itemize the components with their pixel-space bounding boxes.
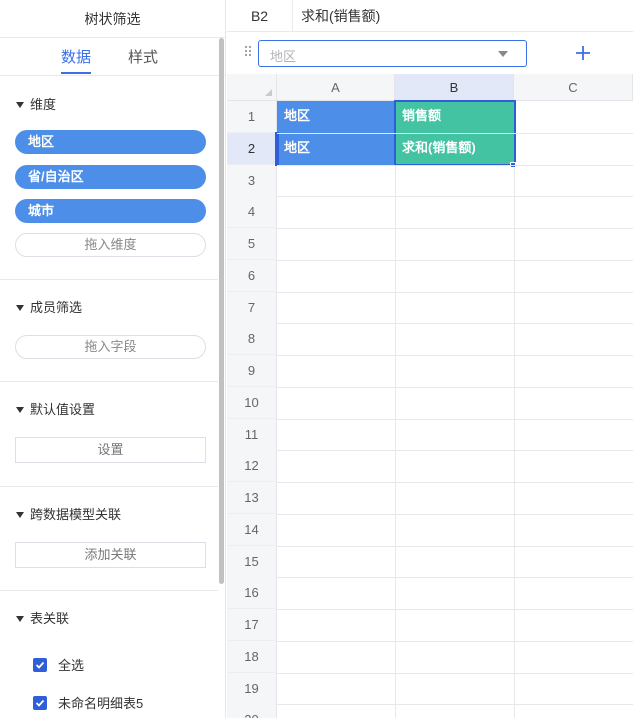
dimension-drop-zone[interactable]: 拖入维度 xyxy=(15,233,206,257)
panel-scrollbar[interactable] xyxy=(219,38,224,584)
default-value-header[interactable]: 默认值设置 xyxy=(16,399,95,418)
collapse-caret-icon xyxy=(16,304,24,311)
row-header-12[interactable]: 12 xyxy=(227,450,277,482)
row-gridline xyxy=(277,165,633,166)
panel-tabs: 数据 样式 xyxy=(0,38,225,76)
cell-a1[interactable]: 地区 xyxy=(277,101,395,133)
sheet-area: B2 求和(销售额) 地区 A B C 1 2 3 4 5 6 7 8 9 10 11 12 13 14 1… xyxy=(227,0,633,718)
default-value-title: 默认值设置 xyxy=(30,402,96,417)
row-gridline xyxy=(277,133,633,134)
member-filter-drop-zone[interactable]: 拖入字段 xyxy=(15,335,206,359)
row-gridline xyxy=(277,450,633,451)
chevron-down-icon xyxy=(498,51,508,57)
row-header-16[interactable]: 16 xyxy=(227,577,277,609)
dimension-title: 维度 xyxy=(30,97,57,112)
row-header-9[interactable]: 9 xyxy=(227,355,277,387)
dimension-header[interactable]: 维度 xyxy=(16,94,56,113)
table-link-header[interactable]: 表关联 xyxy=(16,608,69,627)
row-header-2[interactable]: 2 xyxy=(227,133,277,165)
row-gridline xyxy=(277,704,633,705)
collapse-caret-icon xyxy=(16,101,24,108)
table-link-section: 表关联 全选 未命名明细表5 xyxy=(0,591,218,718)
filter-select[interactable]: 地区 xyxy=(258,40,527,67)
dimension-field-region[interactable]: 地区 xyxy=(15,130,206,154)
dimension-field-province[interactable]: 省/自治区 xyxy=(15,165,206,189)
row-header-11[interactable]: 11 xyxy=(227,419,277,451)
row-header-5[interactable]: 5 xyxy=(227,228,277,260)
corner-triangle-icon xyxy=(265,89,272,96)
cell-reference[interactable]: B2 xyxy=(227,0,293,32)
row-gridline xyxy=(277,228,633,229)
row-gridline xyxy=(277,577,633,578)
row-header-10[interactable]: 10 xyxy=(227,387,277,419)
active-tab-indicator xyxy=(61,72,91,74)
table-name-label: 未命名明细表5 xyxy=(58,696,144,711)
column-header-a[interactable]: A xyxy=(277,74,395,101)
row-header-17[interactable]: 17 xyxy=(227,609,277,641)
row-gridline xyxy=(277,196,633,197)
row-header-19[interactable]: 19 xyxy=(227,673,277,705)
cell-a2[interactable]: 地区 xyxy=(277,133,395,165)
member-filter-title: 成员筛选 xyxy=(30,300,83,315)
formula-bar: B2 求和(销售额) xyxy=(227,0,633,32)
row-header-4[interactable]: 4 xyxy=(227,196,277,228)
cross-model-header[interactable]: 跨数据模型关联 xyxy=(16,504,121,523)
column-header-b[interactable]: B xyxy=(395,74,514,101)
table-link-title: 表关联 xyxy=(30,611,70,626)
collapse-caret-icon xyxy=(16,406,24,413)
collapse-caret-icon xyxy=(16,615,24,622)
row-header-8[interactable]: 8 xyxy=(227,323,277,355)
member-filter-section: 成员筛选 拖入字段 xyxy=(0,280,218,382)
row-gridline xyxy=(277,641,633,642)
row-gridline xyxy=(277,673,633,674)
left-panel: 树状筛选 数据 样式 维度 地区 省/自治区 城市 拖入维度 成员筛选 拖入字段… xyxy=(0,0,226,718)
checkbox-checked-icon[interactable] xyxy=(33,658,47,672)
formula-text[interactable]: 求和(销售额) xyxy=(301,0,380,32)
row-gridline xyxy=(277,609,633,610)
row-gridline xyxy=(277,355,633,356)
dimension-section: 维度 地区 省/自治区 城市 拖入维度 xyxy=(0,77,218,280)
row-header-7[interactable]: 7 xyxy=(227,292,277,324)
row-selection-marker xyxy=(275,132,279,166)
row-header-13[interactable]: 13 xyxy=(227,482,277,514)
row-header-18[interactable]: 18 xyxy=(227,641,277,673)
panel-title: 树状筛选 xyxy=(0,0,225,38)
spreadsheet-grid[interactable]: A B C 1234567891011121314151617181920 地区… xyxy=(227,74,633,718)
default-value-section: 默认值设置 设置 xyxy=(0,382,218,487)
dimension-field-city[interactable]: 城市 xyxy=(15,199,206,223)
filter-select-placeholder: 地区 xyxy=(270,49,297,64)
row-header-15[interactable]: 15 xyxy=(227,546,277,578)
cross-model-section: 跨数据模型关联 添加关联 xyxy=(0,487,218,591)
checkbox-checked-icon[interactable] xyxy=(33,696,47,710)
drag-handle-icon[interactable] xyxy=(244,45,252,60)
row-gridline xyxy=(277,292,633,293)
row-gridline xyxy=(277,514,633,515)
row-gridline xyxy=(277,260,633,261)
row-gridline xyxy=(277,482,633,483)
row-header-3[interactable]: 3 xyxy=(227,165,277,197)
tab-style[interactable]: 样式 xyxy=(128,46,158,67)
row-gridline xyxy=(277,387,633,388)
collapse-caret-icon xyxy=(16,511,24,518)
row-header-20[interactable]: 20 xyxy=(227,704,277,718)
add-association-button[interactable]: 添加关联 xyxy=(15,542,206,568)
row-header-1[interactable]: 1 xyxy=(227,101,277,133)
select-all-label: 全选 xyxy=(58,658,85,673)
row-header-6[interactable]: 6 xyxy=(227,260,277,292)
row-header-14[interactable]: 14 xyxy=(227,514,277,546)
plus-icon[interactable] xyxy=(571,41,595,65)
default-value-settings-button[interactable]: 设置 xyxy=(15,437,206,463)
column-header-c[interactable]: C xyxy=(514,74,633,101)
row-gridline xyxy=(277,323,633,324)
member-filter-header[interactable]: 成员筛选 xyxy=(16,297,82,316)
select-all-corner[interactable] xyxy=(227,74,277,101)
row-gridline xyxy=(277,419,633,420)
row-gridline xyxy=(277,546,633,547)
cross-model-title: 跨数据模型关联 xyxy=(30,507,122,522)
tab-data[interactable]: 数据 xyxy=(61,46,91,67)
